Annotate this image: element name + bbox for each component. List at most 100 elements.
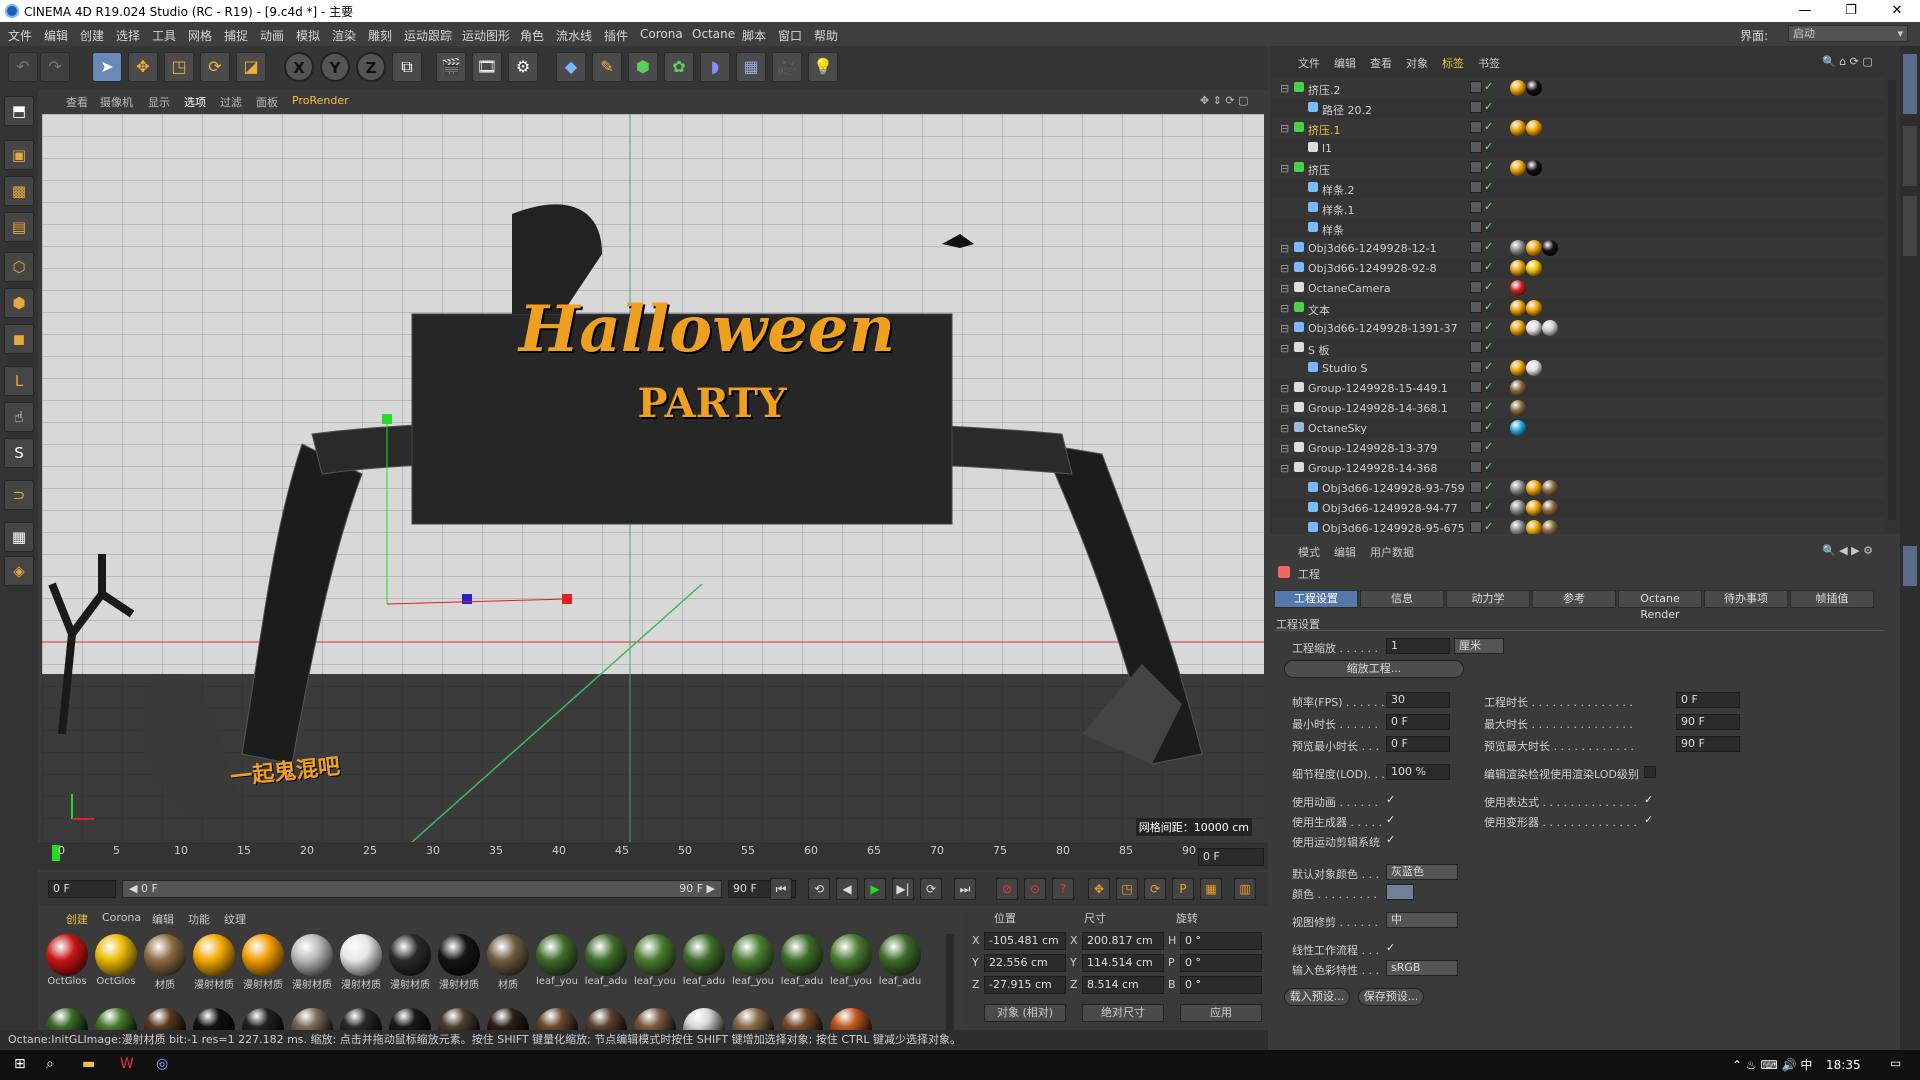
enabled-check-icon[interactable]: ✓	[1484, 440, 1493, 453]
keyframe-selection-icon[interactable]: ?	[1052, 878, 1074, 900]
viewport-menu-panel[interactable]: 面板	[256, 94, 278, 110]
timeline-window-icon[interactable]: ▥	[1234, 878, 1256, 900]
rotate-tool-icon[interactable]: ⟳	[200, 52, 230, 82]
coordinate-system-icon[interactable]: ⧉	[392, 52, 422, 82]
preview-max-field[interactable]: 90 F	[1676, 736, 1740, 752]
enabled-check-icon[interactable]: ✓	[1484, 400, 1493, 413]
viewport-menu-filter[interactable]: 过滤	[220, 94, 242, 110]
position-z-field[interactable]: -27.915 cm	[984, 976, 1066, 994]
editor-visibility-icon[interactable]	[1470, 121, 1482, 133]
viewport-menu-cameras[interactable]: 摄像机	[100, 94, 133, 110]
object-row[interactable]: ⊟ Group-1249928-14-368.1 ✓	[1272, 398, 1884, 418]
material-item[interactable]: leaf_adu	[877, 934, 923, 987]
strip-tab-structure[interactable]	[1903, 196, 1917, 256]
material-scrollbar[interactable]	[946, 934, 954, 1030]
linear-workflow-checkbox[interactable]: ✓	[1386, 942, 1398, 954]
editor-visibility-icon[interactable]	[1470, 501, 1482, 513]
obj-menu-view[interactable]: 查看	[1370, 55, 1392, 71]
material-item[interactable]: 漫射材质	[289, 934, 335, 991]
material-item[interactable]: leaf_you	[534, 934, 580, 987]
material-tag-icon[interactable]	[1526, 260, 1542, 276]
project-time-field[interactable]: 0 F	[1676, 692, 1740, 708]
material-tag-icon[interactable]	[1510, 300, 1526, 316]
scale-tool-icon[interactable]: ◳	[164, 52, 194, 82]
points-mode-icon[interactable]: ⬡	[4, 252, 34, 282]
visibility-flags[interactable]: ✓	[1470, 260, 1506, 275]
notification-icon[interactable]: ▭	[1890, 1056, 1901, 1070]
key-pla-icon[interactable]: ▦	[1200, 878, 1222, 900]
enabled-check-icon[interactable]: ✓	[1484, 300, 1493, 313]
preview-range-slider[interactable]: ◀ 0 F 90 F ▶	[122, 880, 722, 898]
size-z-field[interactable]: 8.514 cm	[1082, 976, 1164, 994]
size-x-field[interactable]: 200.817 cm	[1082, 932, 1164, 950]
polygons-mode-icon[interactable]: ◼	[4, 324, 34, 354]
use-generators-checkbox[interactable]: ✓	[1386, 814, 1398, 826]
file-explorer-icon[interactable]: ▬	[82, 1056, 95, 1072]
object-row[interactable]: ⊟ Group-1249928-14-368 ✓	[1272, 458, 1884, 478]
key-param-icon[interactable]: P	[1172, 878, 1194, 900]
object-row[interactable]: 样条 ✓	[1272, 218, 1884, 238]
recent-tool-icon[interactable]: ◪	[236, 52, 266, 82]
material-tag-icon[interactable]	[1510, 380, 1526, 396]
editor-visibility-icon[interactable]	[1470, 201, 1482, 213]
material-tag-icon[interactable]	[1510, 120, 1526, 136]
expand-toggle-icon[interactable]: ⊟	[1280, 462, 1289, 475]
enabled-check-icon[interactable]: ✓	[1484, 320, 1493, 333]
tab-todo[interactable]: 待办事项	[1704, 590, 1788, 608]
goto-end-icon[interactable]: ⏭	[954, 878, 976, 900]
minimize-button[interactable]: —	[1782, 0, 1828, 22]
enabled-check-icon[interactable]: ✓	[1484, 460, 1493, 473]
expand-toggle-icon[interactable]: ⊟	[1280, 442, 1289, 455]
material-item[interactable]: 材质	[485, 934, 531, 991]
enabled-check-icon[interactable]: ✓	[1484, 180, 1493, 193]
key-rotation-icon[interactable]: ⟳	[1144, 878, 1166, 900]
editor-visibility-icon[interactable]	[1470, 341, 1482, 353]
lod-field[interactable]: 100 %	[1386, 764, 1450, 780]
menu-corona[interactable]: Corona	[640, 27, 683, 41]
material-tag-icon[interactable]	[1510, 280, 1526, 296]
editor-visibility-icon[interactable]	[1470, 81, 1482, 93]
enabled-check-icon[interactable]: ✓	[1484, 200, 1493, 213]
attr-menu-edit[interactable]: 编辑	[1334, 544, 1356, 560]
menu-character[interactable]: 角色	[520, 27, 544, 44]
pen-spline-icon[interactable]: ✎	[592, 52, 622, 82]
menu-script[interactable]: 脚本	[742, 27, 766, 44]
timeline-ruler[interactable]: 0 5 10 15 20 25 30 35 40 45 50 55 60 65 …	[38, 842, 1268, 870]
current-frame-field[interactable]: 0 F	[1198, 848, 1264, 866]
menu-simulate[interactable]: 模拟	[296, 27, 320, 44]
material-item[interactable]: 漫射材质	[436, 934, 482, 991]
visibility-flags[interactable]: ✓	[1470, 240, 1506, 255]
tab-info[interactable]: 信息	[1360, 590, 1444, 608]
project-scale-field[interactable]: 1	[1386, 638, 1450, 654]
expand-toggle-icon[interactable]: ⊟	[1280, 422, 1289, 435]
enabled-check-icon[interactable]: ✓	[1484, 380, 1493, 393]
object-row[interactable]: 路径 20.2 ✓	[1272, 98, 1884, 118]
editor-visibility-icon[interactable]	[1470, 101, 1482, 113]
material-tag-icon[interactable]	[1526, 120, 1542, 136]
lock-workplane-icon[interactable]: ◈	[4, 556, 34, 586]
object-row[interactable]: ⊟ Group-1249928-15-449.1 ✓	[1272, 378, 1884, 398]
visibility-flags[interactable]: ✓	[1470, 380, 1506, 395]
enabled-check-icon[interactable]: ✓	[1484, 420, 1493, 433]
axis-mode-icon[interactable]: L	[4, 366, 34, 396]
model-mode-icon[interactable]: ▣	[4, 140, 34, 170]
enabled-check-icon[interactable]: ✓	[1484, 80, 1493, 93]
visibility-flags[interactable]: ✓	[1470, 400, 1506, 415]
editor-visibility-icon[interactable]	[1470, 521, 1482, 533]
next-key-icon[interactable]: ⟳	[920, 878, 942, 900]
obj-menu-tags[interactable]: 标签	[1442, 55, 1464, 71]
material-tag-icon[interactable]	[1526, 240, 1542, 256]
viewport-menu-options[interactable]: 选项	[184, 94, 206, 110]
edges-mode-icon[interactable]: ⬢	[4, 288, 34, 318]
menu-select[interactable]: 选择	[116, 27, 140, 44]
editor-visibility-icon[interactable]	[1470, 441, 1482, 453]
attr-menu-mode[interactable]: 模式	[1298, 544, 1320, 560]
prev-key-icon[interactable]: ⟲	[808, 878, 830, 900]
material-tag-icon[interactable]	[1526, 360, 1542, 376]
object-row[interactable]: ⊟ 挤压.1 ✓	[1272, 118, 1884, 138]
menu-render[interactable]: 渲染	[332, 27, 356, 44]
visibility-flags[interactable]: ✓	[1470, 300, 1506, 315]
mat-menu-create[interactable]: 创建	[66, 911, 88, 927]
material-tag-icon[interactable]	[1510, 520, 1526, 534]
expand-toggle-icon[interactable]: ⊟	[1280, 262, 1289, 275]
